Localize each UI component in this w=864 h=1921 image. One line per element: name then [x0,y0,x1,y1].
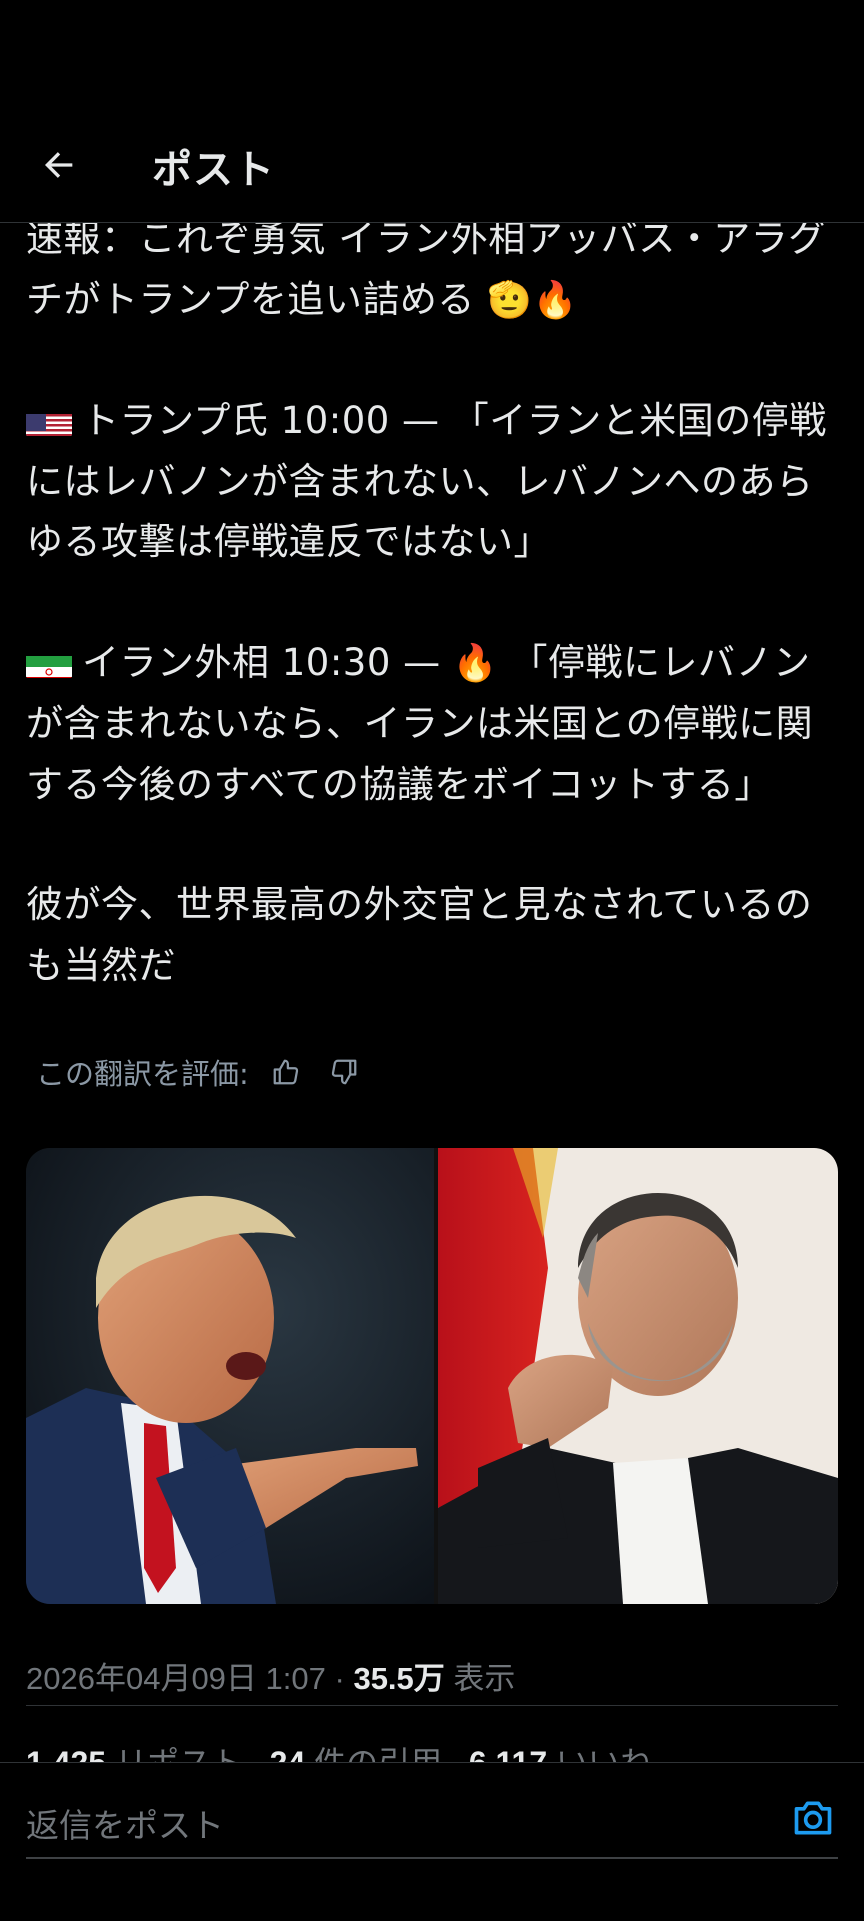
post-paragraph-4: 彼が今、世界最高の外交官と見なされているのも当然だ [26,875,838,996]
top-app-bar: ポスト [0,110,864,223]
post-body: 速報：これぞ勇気 イラン外相アッバス・アラグチがトランプを追い詰める 🫡🔥 トラ… [26,209,838,996]
quotes-label: 件の引用 [314,1745,442,1762]
likes-label: いいね [556,1745,652,1762]
post-detail: 速報：これぞ勇気 イラン外相アッバス・アラグチがトランプを追い詰める 🫡🔥 トラ… [0,180,864,1762]
camera-icon [794,1801,832,1835]
post-timestamp[interactable]: 2026年04月09日 1:07 [26,1661,326,1696]
status-bar [0,0,864,110]
post-media-grid[interactable] [26,1148,838,1604]
quotes-stat[interactable]: 24 件の引用 [270,1745,443,1762]
photo-trump-pointing[interactable] [26,1148,434,1604]
post-paragraph-3: イラン外相 10:30 — 🔥 「停戦にレバノンが含まれないなら、イランは米国と… [26,633,838,816]
post-text-span: イラン外相 10:30 — [82,640,441,684]
arrow-left-icon [45,152,73,178]
post-text-span: トランプ氏 10:00 — 「イランと米国の停戦にはレバノンが含まれない、レバノ… [26,399,827,563]
reposts-stat[interactable]: 1,425 リポスト [26,1745,243,1762]
post-text-span: 彼が今、世界最高の外交官と見なされているのも当然だ [26,883,813,987]
divider [26,1705,838,1706]
thumbs-down-button[interactable] [323,1051,365,1093]
translation-rating: この翻訳を評価: [36,1050,365,1094]
thumbs-up-button[interactable] [265,1051,307,1093]
camera-button[interactable] [786,1791,840,1845]
likes-count: 6,117 [469,1745,547,1762]
reposts-count: 1,425 [26,1745,106,1762]
post-meta: 2026年04月09日 1:07 · 35.5万 表示 [26,1653,515,1698]
translation-rating-label: この翻訳を評価: [36,1057,249,1091]
page-title: ポスト [152,147,275,193]
reply-underline [26,1857,838,1859]
thumbs-up-icon [273,1059,298,1085]
us-flag-icon [26,404,72,436]
post-paragraph-1: 速報：これぞ勇気 イラン外相アッバス・アラグチがトランプを追い詰める 🫡🔥 [26,209,838,331]
reply-composer: 返信をポスト [0,1762,864,1921]
post-paragraph-2: トランプ氏 10:00 — 「イランと米国の停戦にはレバノンが含まれない、レバノ… [26,391,838,573]
views-label: 表示 [453,1661,516,1696]
photo-araghchi-smiling[interactable] [438,1148,838,1604]
reposts-label: リポスト [115,1745,243,1762]
quotes-count: 24 [270,1745,306,1762]
thumbs-down-icon [331,1059,357,1085]
salute-fire-emoji: 🫡🔥 [487,279,578,321]
iran-flag-icon [26,646,72,678]
back-button[interactable] [26,132,92,198]
likes-stat[interactable]: 6,117 いいね [469,1745,652,1762]
meta-separator: · [334,1661,345,1696]
fire-emoji: 🔥 [452,642,499,684]
post-text-span: 速報：これぞ勇気 イラン外相アッバス・アラグチがトランプを追い詰める [26,217,826,321]
reply-input[interactable]: 返信をポスト [26,1799,224,1847]
post-stats: 1,425 リポスト 24 件の引用 6,117 いいね [26,1738,652,1762]
views-count: 35.5万 [353,1661,445,1696]
